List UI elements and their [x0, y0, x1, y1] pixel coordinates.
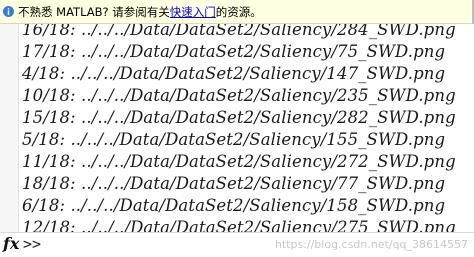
output-line: 10/18: ../../../Data/DataSet2/Saliency/2…	[22, 86, 456, 105]
output-line: 16/18: ../../../Data/DataSet2/Saliency/2…	[22, 24, 456, 39]
watermark: https://blog.csdn.net/qq_38614557	[274, 238, 468, 251]
command-window-output: 16/18: ../../../Data/DataSet2/Saliency/2…	[0, 24, 474, 234]
notice-prefix: 不熟悉 MATLAB? 请参阅有关	[18, 4, 170, 19]
getting-started-notice: 不熟悉 MATLAB? 请参阅有关 快速入门 的资源。	[0, 0, 474, 24]
command-prompt[interactable]: >>	[23, 235, 41, 253]
output-line: 5/18: ../../../Data/DataSet2/Saliency/15…	[22, 130, 446, 149]
output-line: 11/18: ../../../Data/DataSet2/Saliency/2…	[22, 152, 456, 171]
output-line: 18/18: ../../../Data/DataSet2/Saliency/7…	[22, 174, 446, 193]
output-line: 15/18: ../../../Data/DataSet2/Saliency/2…	[22, 108, 456, 127]
command-prompt-bar[interactable]: fx >> https://blog.csdn.net/qq_38614557	[0, 232, 474, 257]
output-line: 17/18: ../../../Data/DataSet2/Saliency/7…	[22, 42, 446, 61]
notice-suffix: 的资源。	[215, 4, 262, 19]
output-line: 4/18: ../../../Data/DataSet2/Saliency/14…	[22, 64, 446, 83]
fx-icon[interactable]: fx	[3, 234, 21, 254]
output-line: 6/18: ../../../Data/DataSet2/Saliency/15…	[22, 196, 446, 215]
getting-started-link[interactable]: 快速入门	[170, 4, 216, 20]
info-icon	[3, 6, 14, 17]
